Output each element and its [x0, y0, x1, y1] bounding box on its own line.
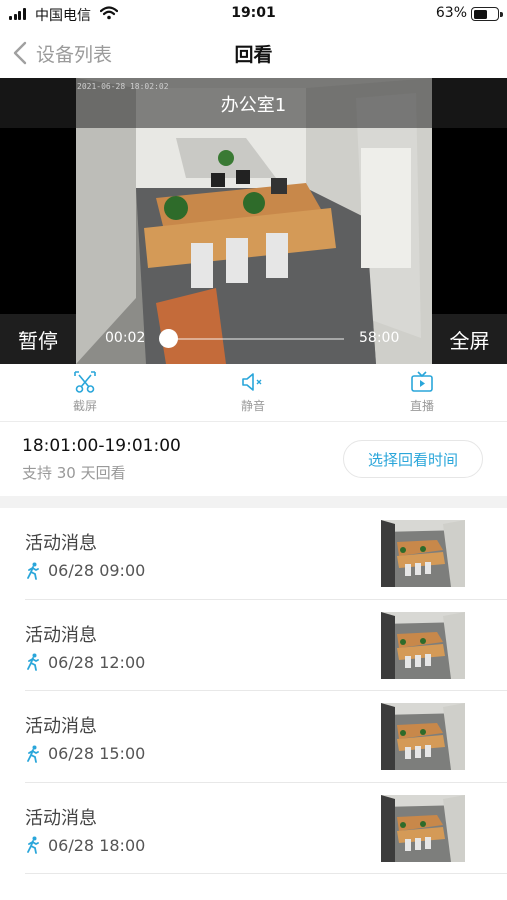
- clock: 19:01: [231, 5, 276, 21]
- status-bar: 中国电信 19:01 63%: [0, 0, 507, 28]
- event-title: 活动消息: [25, 624, 97, 646]
- player-toolbar: 截屏 静音 直播: [0, 364, 507, 422]
- event-time-row: 06/28 09:00: [25, 561, 145, 580]
- list-item[interactable]: 活动消息 06/28 12:00: [25, 600, 507, 691]
- mute-button[interactable]: 静音: [213, 370, 293, 418]
- event-time-row: 06/28 12:00: [25, 653, 145, 672]
- tv-icon: [411, 371, 433, 392]
- playback-time-span: 18:01:00-19:01:00: [22, 436, 181, 456]
- event-time-row: 06/28 18:00: [25, 836, 145, 855]
- walking-person-icon: [27, 836, 39, 854]
- pause-button[interactable]: 暂停: [0, 314, 76, 364]
- live-button[interactable]: 直播: [382, 370, 462, 418]
- video-timestamp: 2021-06-28 18:02:02: [77, 82, 169, 91]
- event-thumbnail[interactable]: [381, 520, 465, 587]
- walking-person-icon: [27, 653, 39, 671]
- event-thumbnail[interactable]: [381, 703, 465, 770]
- back-label: 设备列表: [36, 43, 113, 66]
- battery-icon: [471, 7, 503, 21]
- chevron-left-icon: [13, 41, 27, 65]
- speaker-mute-icon: [242, 373, 262, 391]
- list-item[interactable]: 活动消息 06/28 09:00: [25, 508, 507, 600]
- player-controls: 暂停 00:02 58:00 全屏: [0, 314, 507, 364]
- mute-label: 静音: [240, 399, 265, 413]
- walking-person-icon: [27, 745, 39, 763]
- back-button[interactable]: 设备列表: [10, 38, 112, 68]
- event-time-row: 06/28 15:00: [25, 744, 145, 763]
- list-item[interactable]: 活动消息 06/28 18:00: [25, 783, 507, 874]
- event-list: 活动消息 06/28 09:00 活动消息 06/28 12:00 活动消息 0…: [0, 508, 507, 874]
- event-title: 活动消息: [25, 807, 97, 829]
- battery-percent: 63%: [435, 5, 467, 21]
- duration: 58:00: [359, 330, 400, 346]
- current-time: 00:02: [105, 330, 146, 346]
- scissors-icon: [74, 371, 96, 393]
- playback-hint: 支持 30 天回看: [22, 464, 126, 482]
- list-item[interactable]: 活动消息 06/28 15:00: [25, 691, 507, 783]
- playback-range-section: 18:01:00-19:01:00 支持 30 天回看 选择回看时间: [0, 422, 507, 496]
- screenshot-button[interactable]: 截屏: [45, 370, 125, 418]
- event-time: 06/28 18:00: [48, 835, 146, 855]
- event-thumbnail[interactable]: [381, 794, 465, 862]
- section-divider: [0, 496, 507, 508]
- event-time: 06/28 12:00: [48, 652, 146, 672]
- video-player[interactable]: 2021-06-28 18:02:02 办公室1 暂停 00:02 58:00 …: [0, 78, 507, 364]
- walking-person-icon: [27, 562, 39, 580]
- camera-name: 办公室1: [220, 95, 287, 116]
- live-label: 直播: [409, 399, 434, 413]
- fullscreen-button[interactable]: 全屏: [432, 314, 507, 364]
- select-playback-time-button[interactable]: 选择回看时间: [343, 440, 483, 478]
- progress-track[interactable]: [168, 338, 344, 340]
- event-time: 06/28 09:00: [48, 561, 146, 580]
- screenshot-label: 截屏: [72, 399, 97, 413]
- event-time: 06/28 15:00: [48, 744, 146, 763]
- event-thumbnail[interactable]: [381, 611, 465, 679]
- progress-thumb[interactable]: [159, 329, 178, 348]
- nav-bar: 设备列表 回看: [0, 28, 507, 78]
- event-title: 活动消息: [25, 533, 97, 554]
- event-title: 活动消息: [25, 716, 97, 737]
